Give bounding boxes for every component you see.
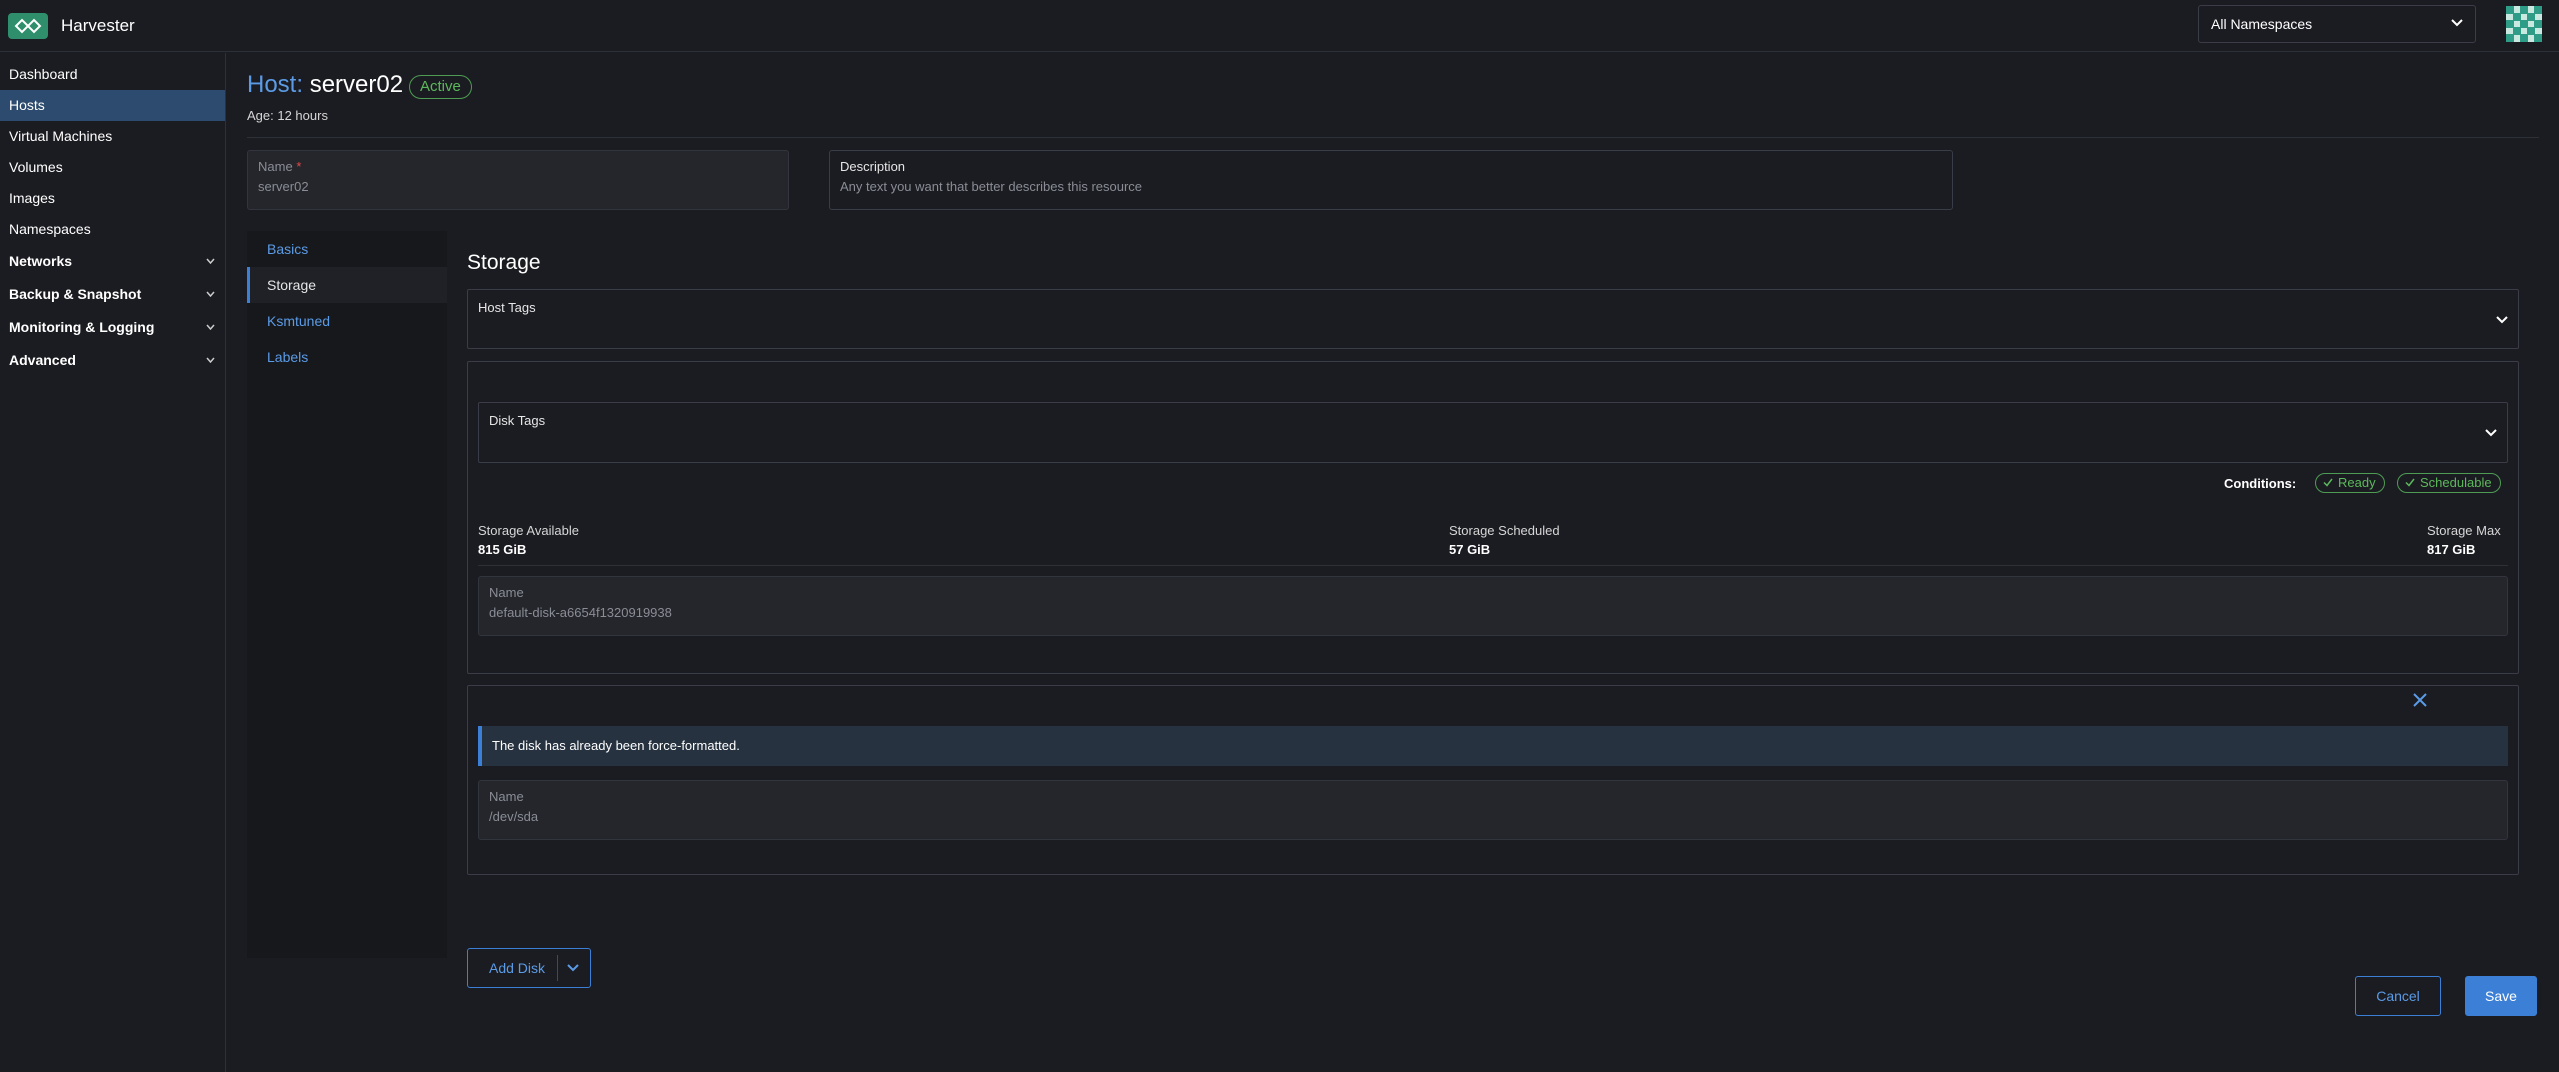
- sidebar-item-label: Monitoring & Logging: [9, 319, 155, 335]
- add-disk-button[interactable]: Add Disk: [467, 948, 591, 988]
- divider: [247, 137, 2539, 138]
- sidebar-group-networks[interactable]: Networks: [0, 245, 225, 278]
- disk-name-value: default-disk-a6654f1320919938: [489, 605, 672, 620]
- condition-schedulable-badge: Schedulable: [2397, 473, 2501, 493]
- namespace-select-value: All Namespaces: [2211, 16, 2313, 32]
- disk-tags-label: Disk Tags: [489, 413, 546, 428]
- name-field[interactable]: Name * server02: [247, 150, 789, 210]
- sidebar-item-label: Backup & Snapshot: [9, 286, 142, 302]
- divider: [557, 955, 558, 981]
- description-field-label: Description: [840, 159, 906, 174]
- sidebar-group-advanced[interactable]: Advanced: [0, 344, 225, 377]
- save-button[interactable]: Save: [2465, 976, 2537, 1016]
- sidebar-item-namespaces[interactable]: Namespaces: [0, 214, 225, 245]
- tab-basics[interactable]: Basics: [247, 231, 447, 267]
- page-title: Host: server02: [247, 71, 403, 99]
- tab-list: Basics Storage Ksmtuned Labels: [247, 231, 447, 958]
- sidebar-item-virtual-machines[interactable]: Virtual Machines: [0, 121, 225, 152]
- description-field[interactable]: Description Any text you want that bette…: [829, 150, 1953, 210]
- name-field-label: Name *: [258, 159, 302, 174]
- app-title: Harvester: [61, 16, 135, 35]
- disk-name-value: /dev/sda: [489, 809, 539, 824]
- host-age: Age: 12 hours: [247, 108, 328, 123]
- sidebar-item-volumes[interactable]: Volumes: [0, 152, 225, 183]
- sidebar-item-dashboard[interactable]: Dashboard: [0, 59, 225, 90]
- chevron-down-icon: [206, 291, 215, 297]
- sidebar-item-label: Volumes: [9, 159, 63, 175]
- storage-available-label: Storage Available: [478, 523, 579, 538]
- sidebar-group-backup-snapshot[interactable]: Backup & Snapshot: [0, 278, 225, 311]
- host-tags-label: Host Tags: [478, 300, 536, 315]
- disk-card: Disk Tags Conditions: Ready Schedulable …: [467, 361, 2519, 674]
- storage-tab-content: Storage Host Tags Disk Tags Conditions: …: [447, 231, 2539, 988]
- sidebar-group-monitoring-logging[interactable]: Monitoring & Logging: [0, 311, 225, 344]
- avatar[interactable]: [2506, 6, 2542, 42]
- sidebar-item-label: Virtual Machines: [9, 128, 113, 144]
- check-icon: [2405, 478, 2415, 487]
- top-bar: Harvester All Namespaces: [0, 0, 2559, 52]
- tab-storage[interactable]: Storage: [247, 267, 447, 303]
- sidebar-item-label: Namespaces: [9, 221, 91, 237]
- description-field-placeholder: Any text you want that better describes …: [840, 179, 1143, 194]
- tab-ksmtuned[interactable]: Ksmtuned: [247, 303, 447, 339]
- page-title-name: server02: [309, 71, 404, 98]
- host-tags-accordion[interactable]: Host Tags: [467, 289, 2519, 349]
- chevron-down-icon[interactable]: [567, 964, 579, 972]
- status-badge: Active: [409, 75, 472, 99]
- disk-tags-accordion[interactable]: Disk Tags: [478, 402, 2508, 463]
- check-icon: [2323, 478, 2333, 487]
- chevron-down-icon: [206, 357, 215, 363]
- chevron-down-icon: [206, 324, 215, 330]
- cancel-button[interactable]: Cancel: [2355, 976, 2441, 1016]
- close-icon[interactable]: [2413, 693, 2427, 707]
- section-title: Storage: [467, 251, 541, 274]
- storage-scheduled-label: Storage Scheduled: [1449, 523, 1560, 538]
- page-title-prefix: Host:: [247, 71, 304, 98]
- chevron-down-icon: [2451, 19, 2463, 27]
- chevron-down-icon: [206, 258, 215, 264]
- sidebar-item-images[interactable]: Images: [0, 183, 225, 214]
- disk-name-label: Name: [489, 585, 524, 600]
- disk-name-field: Name /dev/sda: [478, 780, 2508, 840]
- sidebar-item-hosts[interactable]: Hosts: [0, 90, 225, 121]
- sidebar: Dashboard Hosts Virtual Machines Volumes…: [0, 53, 226, 1072]
- main-content: Host: server02 Active Age: 12 hours Name…: [227, 53, 2559, 1072]
- sidebar-item-label: Images: [9, 190, 55, 206]
- chevron-down-icon: [2485, 429, 2497, 437]
- condition-ready-badge: Ready: [2315, 473, 2385, 493]
- storage-max-value: 817 GiB: [2427, 542, 2476, 557]
- conditions-label: Conditions:: [2224, 476, 2297, 491]
- sidebar-item-label: Networks: [9, 253, 73, 269]
- tab-labels[interactable]: Labels: [247, 339, 447, 375]
- storage-scheduled-value: 57 GiB: [1449, 542, 1491, 557]
- storage-max-label: Storage Max: [2427, 523, 2501, 538]
- sidebar-item-label: Dashboard: [9, 66, 78, 82]
- disk-card: The disk has already been force-formatte…: [467, 685, 2519, 875]
- sidebar-item-label: Hosts: [9, 97, 45, 113]
- add-disk-label: Add Disk: [489, 960, 546, 976]
- name-field-value: server02: [258, 179, 309, 194]
- disk-name-field: Name default-disk-a6654f1320919938: [478, 576, 2508, 636]
- disk-name-label: Name: [489, 789, 524, 804]
- namespace-select[interactable]: All Namespaces: [2198, 5, 2476, 43]
- divider: [478, 565, 2508, 566]
- force-format-alert: The disk has already been force-formatte…: [478, 726, 2508, 766]
- chevron-down-icon: [2496, 316, 2508, 324]
- sidebar-item-label: Advanced: [9, 352, 76, 368]
- harvester-logo-icon[interactable]: [8, 13, 48, 39]
- storage-available-value: 815 GiB: [478, 542, 527, 557]
